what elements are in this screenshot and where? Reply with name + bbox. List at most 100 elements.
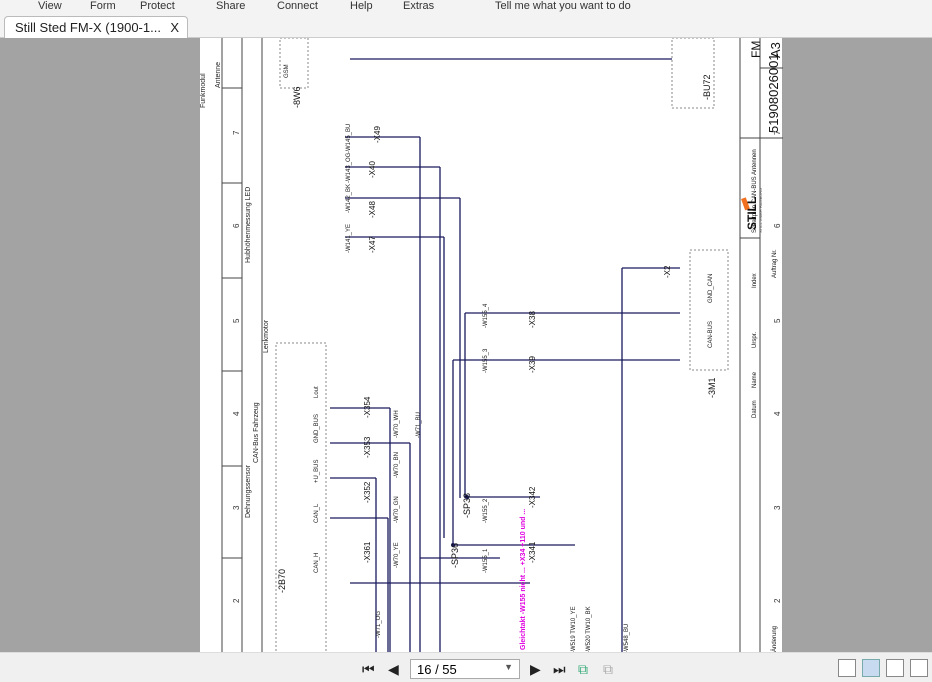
connector-label: -X49 — [373, 126, 382, 143]
section-label: Lenkmotor — [263, 319, 270, 353]
wire-label: -W519 TW10_YE — [571, 606, 577, 652]
menu-protect[interactable]: Protect — [140, 0, 175, 12]
wire-label: -W155_1 — [483, 548, 489, 573]
chevron-down-icon[interactable]: ▼ — [504, 662, 513, 672]
column-number: 3 — [773, 505, 782, 510]
section-label: CAN-Bus Fahrzeug — [253, 402, 260, 463]
wire-label: -W155_3 — [483, 348, 489, 373]
document-tab[interactable]: Still Sted FM-X (1900-1... X — [4, 16, 188, 38]
navigation-bar: ⏮ ◀ 16 / 55 ▼ ▶ ⏭ ⧉ ⧉ — [0, 652, 932, 682]
drawing-number: 51908026001 — [766, 53, 781, 133]
index-label: Index — [752, 273, 758, 288]
column-number: 2 — [773, 598, 782, 603]
continuous-facing-view-icon[interactable] — [910, 659, 928, 677]
column-number: 5 — [232, 318, 241, 323]
previous-view-icon[interactable]: ⧉ — [578, 661, 588, 678]
section-label: Funkmodul — [200, 73, 207, 108]
device-label: -8W6 — [292, 86, 302, 108]
wire-label: -W71_OG — [376, 611, 382, 638]
connector-label: -X40 — [368, 161, 377, 178]
change-label: Änderung — [771, 626, 778, 652]
menu-extras[interactable]: Extras — [403, 0, 434, 12]
facing-view-icon[interactable] — [886, 659, 904, 677]
wire-label: -W145_BU — [346, 124, 352, 153]
connector-label: -X2 — [663, 265, 672, 278]
menu-share[interactable]: Share — [216, 0, 245, 12]
wire-label: -W548_BU — [624, 624, 630, 652]
continuous-view-icon[interactable] — [862, 659, 880, 677]
device-label: -SP36 — [450, 543, 460, 568]
first-page-icon[interactable]: ⏮ — [362, 661, 375, 678]
section-label: Antenne — [215, 62, 222, 88]
company-subtitle: STILL GMBH HAMBURG — [758, 188, 763, 233]
signal-label: GND_BUS — [314, 414, 320, 443]
column-number: 4 — [232, 411, 241, 416]
device-box — [689, 249, 729, 371]
signal-label: GSM — [284, 64, 290, 78]
column-number: 6 — [773, 223, 782, 228]
format-label: A3 — [768, 42, 783, 58]
connector-label: -X353 — [363, 436, 372, 458]
device-label: -3M1 — [707, 377, 717, 398]
device-label: -2B70 — [277, 569, 287, 593]
wire-label: -W143_OG — [346, 152, 352, 183]
wire-label: -W70_GN — [394, 496, 400, 523]
signal-label: CAN-BUS — [708, 321, 714, 348]
tell-me-search[interactable]: Tell me what you want to do — [495, 0, 631, 12]
original-label: Urspr. — [752, 332, 758, 348]
column-number: 4 — [773, 411, 782, 416]
column-number: 2 — [232, 598, 241, 603]
signal-label: CAN_L — [314, 503, 320, 523]
menu-help[interactable]: Help — [350, 0, 373, 12]
device-box — [279, 38, 309, 89]
menu-view[interactable]: View — [38, 0, 62, 12]
menu-bar: View Form Protect Share Connect Help Ext… — [0, 0, 932, 12]
connector-label: -X47 — [368, 236, 377, 253]
note-text: Gleichtakt -W155 nicht ... +X34 +110 und… — [520, 509, 527, 650]
previous-page-icon[interactable]: ◀ — [388, 661, 399, 678]
document-tab-title: Still Sted FM-X (1900-1... — [15, 20, 161, 35]
connector-label: -X342 — [528, 486, 537, 508]
connector-label: -X361 — [363, 541, 372, 563]
wire-label: -W70_BN — [394, 452, 400, 478]
wire-label: -W71_BU — [416, 412, 422, 438]
schematic-drawing: 7 76 65 54 43 32 2AntenneFunkmodulHubhöhenmess… — [200, 38, 784, 652]
connector-label: -X352 — [363, 481, 372, 503]
order-number-label: Auftrag Nr. — [772, 249, 778, 278]
signal-label: GND_CAN — [708, 274, 714, 303]
column-number: 6 — [232, 223, 241, 228]
column-number: 5 — [773, 318, 782, 323]
date-label: Datum — [752, 400, 758, 418]
signal-label: CAN_H — [314, 553, 320, 573]
wire-label: -W155_2 — [483, 498, 489, 523]
section-label: Hubhöhenmessung LED — [245, 187, 252, 263]
close-tab-icon[interactable]: X — [170, 20, 179, 35]
name-label: Name — [752, 371, 758, 388]
document-viewer[interactable]: 7 7 6 6 5 5 4 4 3 3 2 2 Antenne Funkmodul Hubhöhenmess… — [0, 38, 932, 652]
wire-label: -W142_BK — [346, 184, 352, 213]
device-label: -SP38 — [462, 493, 472, 518]
menu-connect[interactable]: Connect — [277, 0, 318, 12]
menu-form[interactable]: Form — [90, 0, 116, 12]
section-label: Dehnungssensor — [245, 464, 252, 518]
connector-label: -X39 — [528, 356, 537, 373]
connector-label: -X38 — [528, 311, 537, 328]
signal-label: +U_BUS — [314, 459, 320, 483]
connector-label: -X341 — [528, 541, 537, 563]
signal-label: Lout — [314, 386, 320, 398]
next-view-icon[interactable]: ⧉ — [603, 661, 613, 678]
wire-label: -W155_4 — [483, 303, 489, 328]
last-page-icon[interactable]: ⏭ — [553, 661, 566, 678]
still-logo: STILL — [745, 197, 759, 230]
next-page-icon[interactable]: ▶ — [530, 661, 541, 678]
connector-label: -X354 — [363, 396, 372, 418]
wire-label: -W70_WH — [394, 410, 400, 438]
single-page-view-icon[interactable] — [838, 659, 856, 677]
connector-label: -X48 — [368, 201, 377, 218]
page-number: 16 / 55 — [417, 662, 457, 677]
sheet-label: FM — [749, 41, 763, 58]
wire-label: -W520 TW10_BK — [586, 606, 592, 652]
tab-bar: Still Sted FM-X (1900-1... X — [0, 12, 932, 38]
page-number-input[interactable]: 16 / 55 ▼ — [410, 659, 520, 679]
wire-label: -W141_YE — [346, 224, 352, 253]
